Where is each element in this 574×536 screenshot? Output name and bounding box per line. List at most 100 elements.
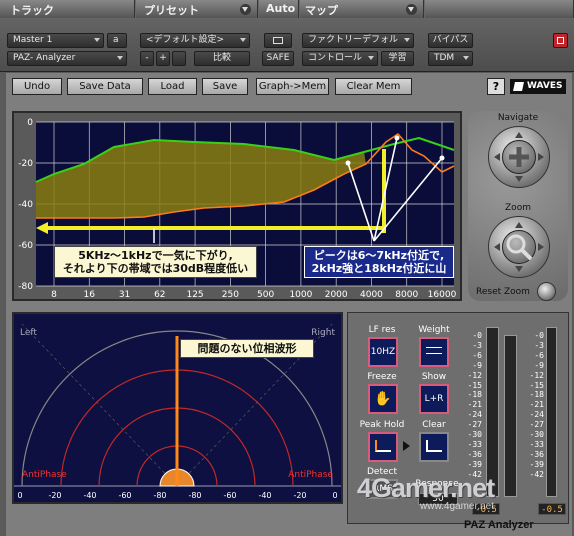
- x-tick-label: 8000: [395, 290, 418, 299]
- learn-label: 学習: [388, 53, 407, 63]
- lf-res-button[interactable]: 10HZ: [368, 337, 398, 367]
- phase-x-tick: 0: [17, 491, 22, 500]
- undo-button[interactable]: Undo: [12, 78, 62, 95]
- track-select[interactable]: Master 1: [7, 33, 104, 48]
- weight-button[interactable]: [419, 337, 449, 367]
- close-icon[interactable]: [553, 33, 568, 48]
- track-channel: a: [113, 35, 119, 45]
- peak-pointer-head: [345, 160, 351, 166]
- header-filler: [425, 0, 574, 18]
- track-label: トラック: [10, 4, 54, 17]
- hand-icon: ✋: [374, 391, 392, 407]
- x-tick-label: 62: [154, 290, 165, 299]
- phase-left-label: Left: [20, 328, 37, 338]
- auto-icon: [273, 37, 283, 44]
- map-menu-icon[interactable]: [406, 4, 417, 15]
- meter-scale-tick: -24: [529, 410, 544, 420]
- safe-button[interactable]: SAFE: [262, 51, 294, 66]
- map-select[interactable]: ファクトリーデフォル: [302, 33, 414, 48]
- paz-analyzer-plugin: Undo Save Data Load Save Graph->Mem Clea…: [6, 73, 572, 536]
- x-tick-label: 16: [84, 290, 96, 299]
- arrow-right-icon: [403, 441, 410, 451]
- meter-scale-tick: -3: [472, 340, 482, 350]
- map-label: マップ: [305, 4, 338, 17]
- preset-prev-button[interactable]: -: [140, 51, 154, 66]
- plugin-name: PAZ Analyzer: [464, 519, 534, 531]
- meter-scale-tick: -0: [534, 331, 544, 340]
- track-name: Master 1: [13, 35, 53, 45]
- save-button[interactable]: Save: [202, 78, 248, 95]
- chevron-down-icon: [404, 38, 410, 42]
- peak-pointer-head: [394, 135, 400, 141]
- save-data-button[interactable]: Save Data: [67, 78, 143, 95]
- meter-scale-tick: -3: [534, 340, 544, 350]
- minus-label: -: [145, 53, 149, 63]
- phase-right-label: Right: [311, 328, 335, 338]
- zoom-pad[interactable]: [488, 216, 550, 278]
- watermark-brand: 4Gamer.net: [357, 473, 495, 503]
- phase-x-tick: -60: [118, 491, 131, 500]
- safe-label: SAFE: [266, 53, 290, 63]
- zoom-label: Zoom: [505, 203, 531, 213]
- insert-select[interactable]: PAZ- Analyzer: [7, 51, 127, 66]
- meter-scale-tick: -39: [467, 459, 482, 469]
- y-tick-label: -60: [18, 241, 33, 251]
- preset-menu-icon[interactable]: [240, 4, 251, 15]
- reset-zoom-button[interactable]: [537, 282, 556, 301]
- freeze-label: Freeze: [367, 372, 397, 382]
- copy-icon[interactable]: [172, 51, 186, 66]
- x-tick-label: 8: [51, 290, 57, 299]
- graph-mem-button[interactable]: Graph->Mem: [256, 78, 329, 95]
- load-button[interactable]: Load: [148, 78, 197, 95]
- track-channel-select[interactable]: a: [107, 33, 127, 48]
- clear-button[interactable]: [419, 432, 449, 462]
- phase-x-tick: -40: [83, 491, 96, 500]
- map-value: ファクトリーデフォル: [308, 35, 399, 45]
- preset-select[interactable]: <デフォルト設定>: [140, 33, 250, 48]
- show-label: Show: [421, 372, 447, 382]
- phase-x-tick: 0: [332, 491, 337, 500]
- bypass-label: バイパス: [432, 35, 469, 45]
- tdm-select[interactable]: TDM: [428, 51, 473, 66]
- meter-scale-tick: -21: [467, 400, 482, 410]
- phase-x-tick: -20: [293, 491, 306, 500]
- auto-button[interactable]: [264, 33, 292, 48]
- clear-mem-button[interactable]: Clear Mem: [335, 78, 412, 95]
- meter-scale-tick: -12: [529, 370, 544, 380]
- lf-res-label: LF res: [368, 325, 396, 335]
- meter-scale-tick: -36: [467, 449, 482, 459]
- x-tick-label: 16000: [428, 290, 457, 299]
- y-tick-label: -80: [18, 282, 33, 292]
- meter-peak-left: [486, 327, 499, 497]
- preset-next-button[interactable]: +: [156, 51, 170, 66]
- show-button[interactable]: L+R: [419, 384, 449, 414]
- meter-scale-tick: -0: [472, 331, 482, 340]
- antiphase-left-label: AntiPhase: [22, 470, 67, 480]
- meter-scale-tick: -15: [529, 380, 544, 390]
- meter-scale-tick: -24: [467, 410, 482, 420]
- compare-button[interactable]: 比較: [194, 51, 250, 66]
- x-tick-label: 2000: [325, 290, 348, 299]
- meter-scale-tick: -30: [467, 430, 482, 440]
- navigate-pad[interactable]: [488, 126, 550, 188]
- freeze-button[interactable]: ✋: [368, 384, 398, 414]
- control-select[interactable]: コントロール: [302, 51, 378, 66]
- bypass-button[interactable]: バイパス: [428, 33, 473, 48]
- insert-name: PAZ- Analyzer: [13, 53, 76, 63]
- annotation-phase: 問題のない位相波形: [180, 339, 314, 358]
- annotation-left-line1: 5KHz～1kHzで一気に下がり,: [78, 249, 233, 262]
- meter-scale-tick: -9: [472, 360, 482, 370]
- x-tick-label: 1000: [289, 290, 312, 299]
- phase-x-tick: -40: [258, 491, 271, 500]
- meter-scale-tick: -9: [534, 360, 544, 370]
- help-button[interactable]: ?: [487, 78, 505, 95]
- phase-x-tick: -60: [223, 491, 236, 500]
- learn-button[interactable]: 学習: [381, 51, 414, 66]
- annotation-right-line1: ピークは6～7kHz付近で,: [313, 249, 445, 262]
- chevron-down-icon: [240, 38, 246, 42]
- peak-hold-button[interactable]: [368, 432, 398, 462]
- annotation-left: 5KHz～1kHzで一気に下がり, それより下の帯域では30dB程度低い: [54, 246, 257, 278]
- chevron-down-icon: [368, 56, 374, 60]
- meter-scale-tick: -21: [529, 400, 544, 410]
- meter-scale-right: -0 -3 -6 -9 -12 -15 -18 -21 -24 -27 -30 -33 -36 -39 -4…: [522, 331, 544, 480]
